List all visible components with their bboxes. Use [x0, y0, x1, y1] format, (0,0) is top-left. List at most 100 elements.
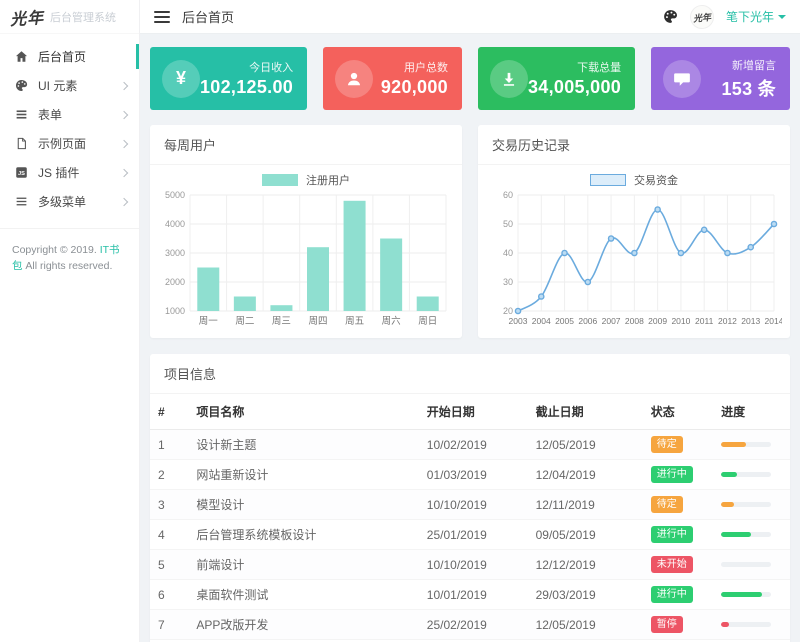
cell-end-date: 12/11/2019: [528, 490, 643, 520]
svg-text:2010: 2010: [671, 316, 690, 326]
transaction-history-line-chart: 2030405060200320042005200620072008200920…: [484, 189, 782, 331]
progress-fill: [721, 502, 734, 507]
svg-text:2005: 2005: [555, 316, 574, 326]
page-title: 后台首页: [182, 7, 234, 26]
table-row: 5前端设计10/10/201912/12/2019未开始: [150, 550, 790, 580]
cell-project-name: 网站重新设计: [188, 460, 418, 490]
stat-card-value: 102,125.00: [200, 77, 293, 98]
sidebar-item-2[interactable]: 表单: [0, 100, 139, 129]
sidebar-item-1[interactable]: UI 元素: [0, 71, 139, 100]
chevron-down-icon: [778, 15, 786, 19]
chevron-right-icon: [120, 168, 128, 176]
panel-title: 项目信息: [150, 354, 790, 394]
status-badge: 进行中: [651, 466, 693, 483]
sidebar-item-5[interactable]: 多级菜单: [0, 187, 139, 216]
user-dropdown[interactable]: 笔下光年: [726, 8, 786, 25]
status-badge: 未开始: [651, 556, 693, 573]
svg-text:5000: 5000: [165, 190, 185, 200]
comment-icon: [663, 60, 701, 98]
chevron-right-icon: [120, 139, 128, 147]
sidebar-item-3[interactable]: 示例页面: [0, 129, 139, 158]
bar-chart-legend: 注册用户: [156, 171, 456, 189]
sidebar-item-0[interactable]: 后台首页: [0, 42, 139, 71]
svg-text:周五: 周五: [345, 316, 364, 327]
cell-project-name: 模型设计: [188, 490, 418, 520]
main-area: 后台首页 光年 笔下光年 ¥今日收入102,125.00用户总数920,000下…: [140, 0, 800, 642]
table-row: 2网站重新设计01/03/201912/04/2019进行中: [150, 460, 790, 490]
cell-end-date: 12/04/2019: [528, 460, 643, 490]
chart-body: 注册用户 10002000300040005000周一周二周三周四周五周六周日: [150, 165, 462, 338]
form-icon: [14, 108, 28, 122]
cell-num: 5: [150, 550, 188, 580]
col-header: 状态: [643, 394, 713, 430]
brand-logo[interactable]: 光年 后台管理系统: [0, 0, 139, 34]
svg-text:30: 30: [503, 277, 513, 287]
content: ¥今日收入102,125.00用户总数920,000下载总量34,005,000…: [140, 34, 800, 642]
cell-end-date: 09/05/2019: [528, 520, 643, 550]
col-header: 开始日期: [419, 394, 528, 430]
sidebar: 光年 后台管理系统 后台首页UI 元素表单示例页面JSJS 插件多级菜单 Cop…: [0, 0, 140, 642]
table-body: 1设计新主题10/02/201912/05/2019待定2网站重新设计01/03…: [150, 430, 790, 642]
stat-card-text: 用户总数920,000: [373, 59, 450, 98]
menu-icon: [14, 195, 28, 209]
sidebar-item-label: 多级菜单: [38, 193, 121, 210]
stat-card-value: 34,005,000: [528, 77, 621, 98]
cell-num: 3: [150, 490, 188, 520]
progress-fill: [721, 532, 751, 537]
cell-progress: [713, 610, 790, 640]
cell-progress: [713, 580, 790, 610]
cell-progress: [713, 430, 790, 460]
cell-progress: [713, 460, 790, 490]
status-badge: 暂停: [651, 616, 683, 633]
cell-start-date: 10/02/2019: [419, 430, 528, 460]
theme-palette-icon[interactable]: [663, 9, 678, 24]
hamburger-icon[interactable]: [154, 8, 170, 26]
sidebar-item-label: UI 元素: [38, 77, 121, 94]
user-avatar[interactable]: 光年: [689, 3, 715, 29]
cell-num: 7: [150, 610, 188, 640]
chart-body: 交易资金 20304050602003200420052006200720082…: [478, 165, 790, 338]
brand-logo-subtitle: 后台管理系统: [50, 9, 116, 25]
cell-project-name: 后台管理系统模板设计: [188, 520, 418, 550]
cell-end-date: 12/05/2019: [528, 610, 643, 640]
cell-start-date: 25/02/2019: [419, 610, 528, 640]
svg-text:周一: 周一: [199, 316, 219, 327]
home-icon: [14, 50, 28, 64]
cell-status: 进行中: [643, 460, 713, 490]
stat-card-1: 用户总数920,000: [323, 47, 462, 110]
stat-card-value: 153 条: [701, 75, 776, 101]
col-header: 项目名称: [188, 394, 418, 430]
cell-num: 1: [150, 430, 188, 460]
svg-text:2013: 2013: [741, 316, 760, 326]
progress-fill: [721, 622, 729, 627]
table-row: 1设计新主题10/02/201912/05/2019待定: [150, 430, 790, 460]
cell-status: 待定: [643, 430, 713, 460]
status-badge: 进行中: [651, 586, 693, 603]
status-badge: 待定: [651, 436, 683, 453]
project-info-panel: 项目信息 # 项目名称 开始日期 截止日期 状态 进度 1设计新主题10/02/…: [150, 354, 790, 642]
svg-text:2007: 2007: [602, 316, 621, 326]
legend-swatch: [262, 174, 298, 186]
svg-text:2009: 2009: [648, 316, 667, 326]
project-table: # 项目名称 开始日期 截止日期 状态 进度 1设计新主题10/02/20191…: [150, 394, 790, 642]
panel-title: 每周用户: [150, 125, 462, 165]
svg-text:2000: 2000: [165, 277, 185, 287]
svg-text:周日: 周日: [418, 316, 437, 327]
chevron-right-icon: [120, 81, 128, 89]
palette-icon: [14, 79, 28, 93]
sidebar-item-4[interactable]: JSJS 插件: [0, 158, 139, 187]
table-row: 3模型设计10/10/201912/11/2019待定: [150, 490, 790, 520]
sidebar-item-label: JS 插件: [38, 164, 121, 181]
cell-num: 4: [150, 520, 188, 550]
cell-status: 暂停: [643, 610, 713, 640]
progress-fill: [721, 472, 737, 477]
charts-row: 每周用户 注册用户 10002000300040005000周一周二周三周四周五…: [150, 125, 790, 338]
progress-bar: [721, 472, 771, 477]
cell-progress: [713, 490, 790, 520]
cell-end-date: 29/03/2019: [528, 580, 643, 610]
copyright-suffix: All rights reserved.: [23, 260, 113, 272]
sidebar-item-label: 表单: [38, 106, 121, 123]
cell-start-date: 01/03/2019: [419, 460, 528, 490]
progress-bar: [721, 592, 771, 597]
cell-num: 6: [150, 580, 188, 610]
